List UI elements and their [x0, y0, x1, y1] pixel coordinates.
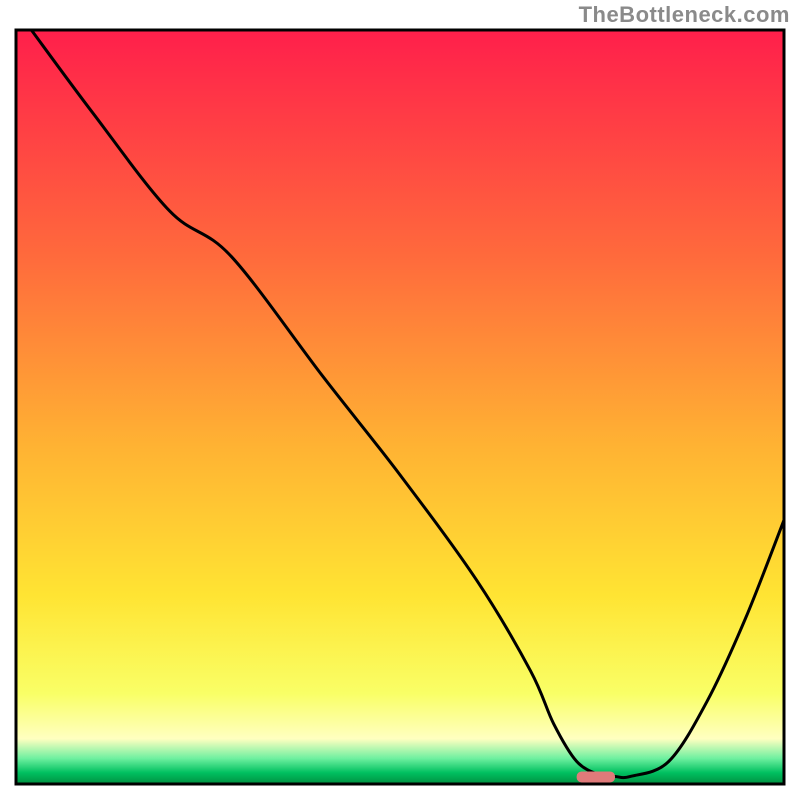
- chart-container: TheBottleneck.com: [0, 0, 800, 800]
- bottleneck-chart: [0, 0, 800, 800]
- watermark-text: TheBottleneck.com: [579, 2, 790, 28]
- gradient-background: [16, 30, 784, 784]
- optimal-marker: [577, 771, 615, 782]
